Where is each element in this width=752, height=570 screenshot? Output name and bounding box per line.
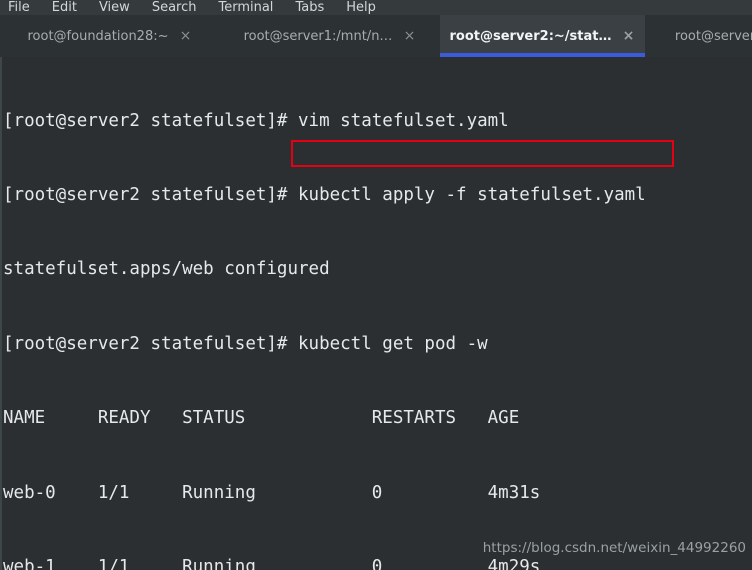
menu-item-view[interactable]: View xyxy=(99,1,130,15)
menu-item-edit[interactable]: Edit xyxy=(52,1,77,15)
terminal-line: NAME READY STATUS RESTARTS AGE xyxy=(3,408,520,429)
menu-item-file[interactable]: File xyxy=(8,1,30,15)
menu-item-search[interactable]: Search xyxy=(152,1,197,15)
terminal-line: [root@server2 statefulset]# kubectl appl… xyxy=(3,184,646,205)
watermark: https://blog.csdn.net/weixin_44992260 xyxy=(482,540,746,556)
close-icon[interactable]: × xyxy=(179,29,193,43)
menu-item-terminal[interactable]: Terminal xyxy=(218,1,273,15)
terminal-window: File Edit View Search Terminal Tabs Help… xyxy=(0,0,752,570)
terminal-line: [root@server2 statefulset]# kubectl get … xyxy=(3,333,488,354)
close-icon[interactable]: × xyxy=(402,29,416,43)
terminal-line: [root@server2 statefulset]# vim stateful… xyxy=(3,110,509,131)
tab-bar: root@foundation28:~ × root@server1:/mnt/… xyxy=(0,15,752,57)
terminal-line: web-0 1/1 Running 0 4m31s xyxy=(3,482,541,503)
terminal-output-area[interactable]: [root@server2 statefulset]# vim stateful… xyxy=(0,57,752,570)
tab-server-partial[interactable]: root@server xyxy=(645,15,752,57)
close-icon[interactable]: × xyxy=(621,29,635,43)
menu-bar: File Edit View Search Terminal Tabs Help xyxy=(0,0,752,15)
terminal-text: [root@server2 statefulset]# vim stateful… xyxy=(3,59,646,570)
tab-label: root@foundation28:~ xyxy=(27,28,169,44)
tab-label: root@server2:~/stat… xyxy=(449,28,612,44)
menu-item-help[interactable]: Help xyxy=(346,1,376,15)
terminal-line: statefulset.apps/web configured xyxy=(3,259,330,280)
tab-label: root@server1:/mnt/n… xyxy=(243,28,393,44)
menu-item-tabs[interactable]: Tabs xyxy=(295,1,324,15)
tab-foundation28[interactable]: root@foundation28:~ × xyxy=(0,15,220,57)
tab-label: root@server xyxy=(674,28,752,44)
tab-server1[interactable]: root@server1:/mnt/n… × xyxy=(220,15,440,57)
tab-server2-statefulset[interactable]: root@server2:~/stat… × xyxy=(440,15,645,57)
terminal-left-border xyxy=(0,57,2,570)
terminal-line: web-1 1/1 Running 0 4m29s xyxy=(3,556,541,570)
